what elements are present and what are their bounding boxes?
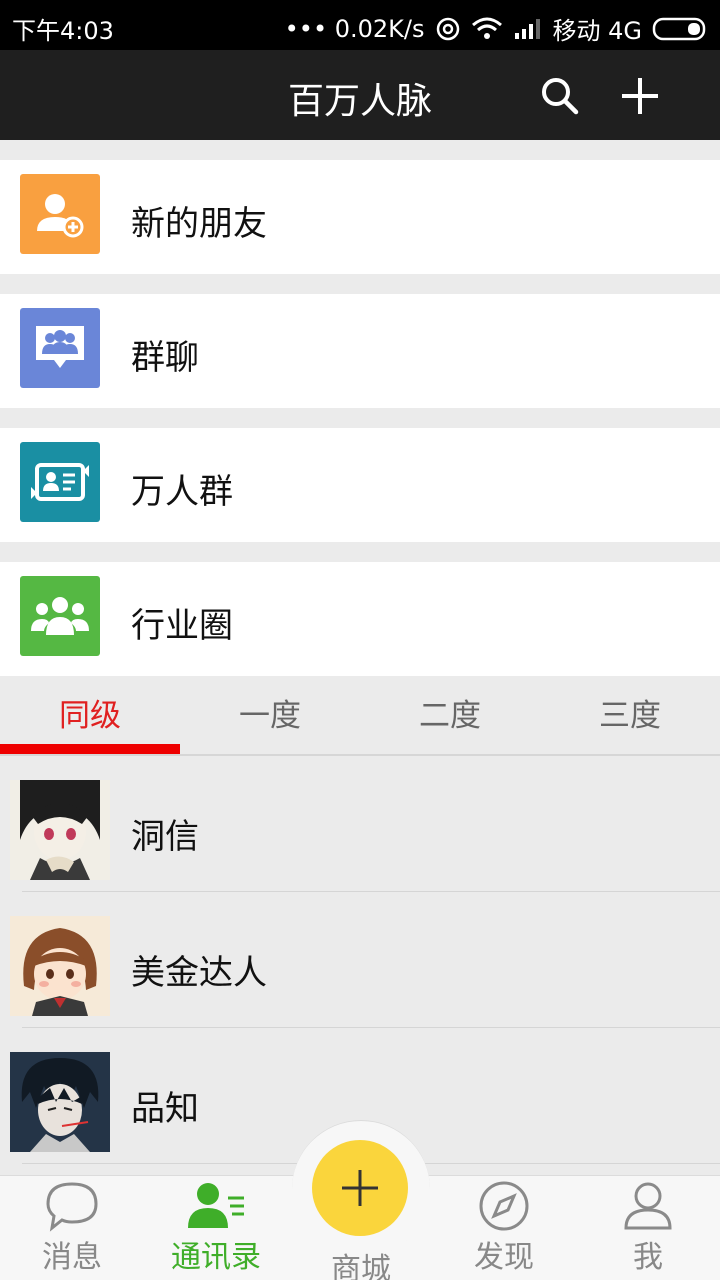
carrier-label: 移动 4G	[552, 17, 643, 45]
menu-item-mass-group[interactable]: 万人群	[0, 428, 720, 542]
industry-circle-icon	[20, 576, 100, 656]
nav-label: 通讯录	[171, 1240, 261, 1275]
person-icon	[624, 1182, 672, 1230]
nav-label: 发现	[474, 1240, 534, 1275]
group-chat-icon	[20, 308, 100, 388]
status-time: 下午4:03	[12, 17, 114, 45]
contact-row[interactable]: 洞信	[0, 756, 720, 892]
avatar	[10, 780, 110, 880]
tab-third-degree[interactable]: 三度	[540, 676, 720, 756]
battery-icon	[652, 17, 706, 40]
menu-item-group-chat[interactable]: 群聊	[0, 294, 720, 408]
tab-first-degree[interactable]: 一度	[180, 676, 360, 756]
nav-me[interactable]: 我	[576, 1176, 720, 1280]
menu-label: 万人群	[131, 472, 233, 512]
menu-label: 群聊	[131, 338, 199, 378]
status-bar: 下午4:03 ••• 0.02K/s 移动 4G	[0, 0, 720, 50]
contact-name: 品知	[131, 1089, 199, 1129]
avatar	[10, 916, 110, 1016]
plus-icon[interactable]	[618, 74, 662, 118]
nav-label-mall[interactable]: 商城	[292, 1244, 430, 1280]
status-right: ••• 0.02K/s 移动 4G	[285, 11, 708, 46]
search-icon[interactable]	[538, 74, 582, 118]
wifi-icon	[471, 17, 502, 39]
contact-name: 洞信	[131, 817, 199, 857]
menu-label: 新的朋友	[131, 204, 267, 244]
mall-button[interactable]	[312, 1140, 408, 1236]
nav-label: 消息	[42, 1240, 102, 1275]
avatar	[10, 1052, 110, 1152]
chat-bubble-icon	[46, 1182, 98, 1232]
header-bar: 百万人脉	[0, 50, 720, 140]
tab-second-degree[interactable]: 二度	[360, 676, 540, 756]
nav-label: 我	[633, 1240, 663, 1275]
menu-item-new-friends[interactable]: 新的朋友	[0, 160, 720, 274]
compass-icon	[479, 1181, 529, 1231]
nav-messages[interactable]: 消息	[0, 1176, 144, 1280]
mass-group-icon	[20, 442, 100, 522]
network-speed: ••• 0.02K/s	[284, 14, 425, 43]
plus-icon	[342, 1170, 378, 1206]
contact-row[interactable]: 美金达人	[0, 892, 720, 1028]
page-title: 百万人脉	[287, 81, 432, 122]
signal-icon	[514, 18, 540, 39]
contacts-icon	[188, 1183, 244, 1228]
tab-indicator	[0, 744, 180, 754]
nav-contacts[interactable]: 通讯录	[144, 1176, 288, 1280]
nav-discover[interactable]: 发现	[432, 1176, 576, 1280]
contact-name: 美金达人	[131, 953, 267, 993]
menu-label: 行业圈	[131, 606, 233, 646]
hotspot-icon	[436, 17, 459, 40]
add-friend-icon	[20, 174, 100, 254]
menu-item-industry-circle[interactable]: 行业圈	[0, 562, 720, 676]
